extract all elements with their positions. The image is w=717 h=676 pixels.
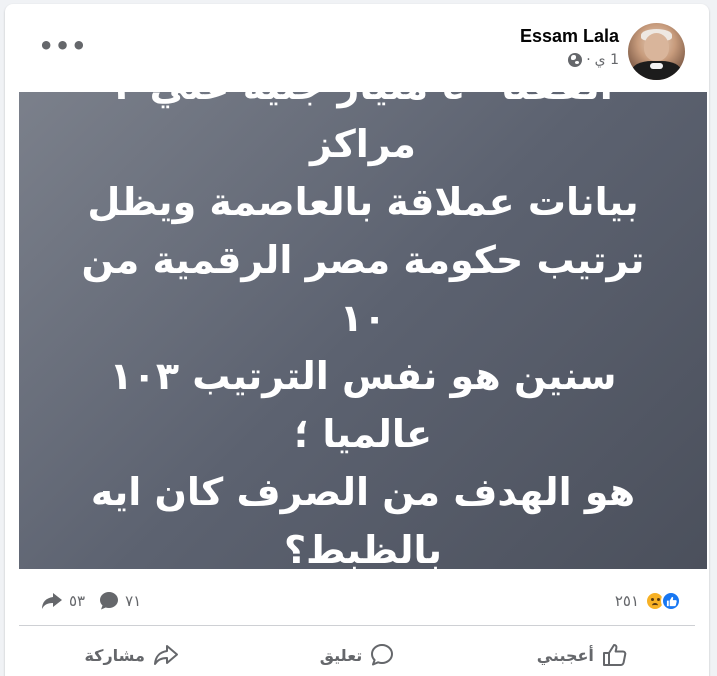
like-icon: [661, 591, 681, 611]
comment-button[interactable]: تعليق: [244, 630, 469, 676]
author-name[interactable]: Essam Lala: [520, 26, 619, 47]
post-line: هو الهدف من الصرف كان ايه: [90, 469, 636, 514]
reaction-icons: [645, 591, 681, 611]
post-line: بيانات عملاقة بالعاصمة ويظل: [87, 179, 639, 224]
reactions-count: ٢٥١: [614, 592, 639, 610]
more-dots-icon: •••: [38, 32, 88, 60]
post-line: انفقنا ٤٠ مليار جنية علي ٣ مراكز: [113, 63, 613, 166]
post-line: ترتيب حكومة مصر الرقمية من ١٠: [81, 237, 645, 340]
share-button[interactable]: مشاركة: [19, 630, 244, 676]
share-arrow-icon: [41, 592, 63, 610]
post-line: سنين هو نفس الترتيب ١٠٣ عالميا ؛: [109, 353, 617, 456]
like-label: أعجبني: [536, 645, 594, 665]
comment-label: تعليق: [319, 645, 363, 665]
share-label: مشاركة: [84, 645, 145, 665]
shares-count[interactable]: ٥٣: [41, 592, 85, 610]
like-button[interactable]: أعجبني: [470, 630, 695, 676]
divider: [19, 625, 695, 626]
thumbs-up-icon: [602, 642, 628, 668]
post-text: انفقنا ٤٠ مليار جنية علي ٣ مراكز بيانات …: [63, 57, 663, 579]
engagement-counts: ٥٣ ٧١: [41, 591, 141, 611]
comment-icon: [370, 643, 394, 667]
comments-count-text: ٧١: [125, 592, 142, 610]
post-background: انفقنا ٤٠ مليار جنية علي ٣ مراكز بيانات …: [19, 64, 707, 572]
reactions-summary[interactable]: ٢٥١: [615, 591, 681, 611]
shares-count-text: ٥٣: [69, 592, 86, 610]
comment-bubble-icon: [99, 591, 119, 611]
action-bar: مشاركة تعليق أعجبني: [19, 630, 695, 676]
comments-count[interactable]: ٧١: [99, 591, 141, 611]
post-card: ••• Essam Lala · 1 ي انفقنا ٤٠ مليار جني…: [5, 4, 709, 676]
post-stats: ٥٣ ٧١ ٢٥١: [5, 569, 709, 631]
share-icon: [153, 644, 179, 666]
